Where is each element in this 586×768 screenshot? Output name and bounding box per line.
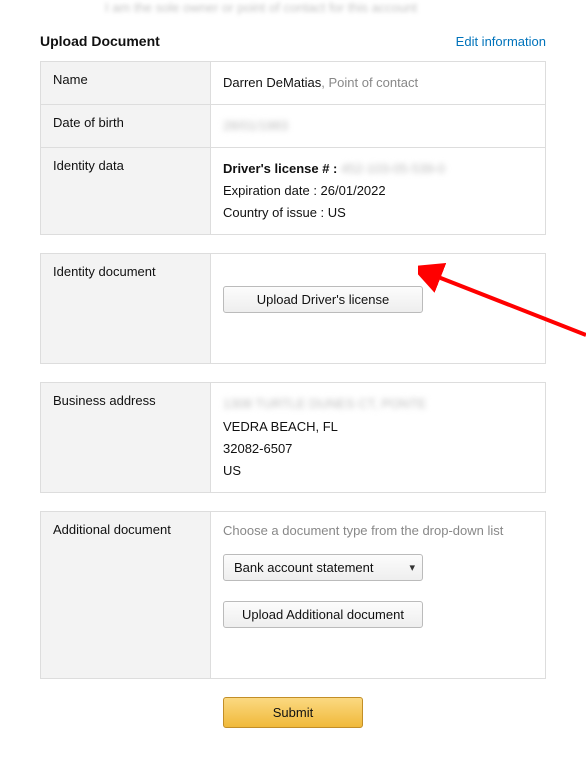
identity-document-block: Identity document Upload Driver's licens… [40,253,546,364]
identity-document-label: Identity document [41,254,211,363]
section-title: Upload Document [40,33,160,49]
expiration-date: Expiration date : 26/01/2022 [223,183,386,198]
document-type-select[interactable]: Bank account statement [223,554,423,581]
license-masked: 452-103-05-539-0 [341,158,445,180]
dob-value: 28/01/1983 [211,105,545,147]
name-text: Darren DeMatias [223,75,321,90]
address-line3: 32082-6507 [223,441,292,456]
country-of-issue: Country of issue : US [223,205,346,220]
additional-document-block: Additional document Choose a document ty… [40,511,546,679]
address-line4: US [223,463,241,478]
name-role: , Point of contact [321,75,418,90]
owner-statement: I am the sole owner or point of contact … [105,0,586,15]
address-line1-masked: 1308 TURTLE DUNES CT, PONTE [223,393,426,415]
name-value: Darren DeMatias, Point of contact [211,62,545,104]
dob-label: Date of birth [41,105,211,147]
identity-data-label: Identity data [41,148,211,234]
info-table: Name Darren DeMatias, Point of contact D… [40,61,546,235]
business-address-label: Business address [41,383,211,491]
edit-information-link[interactable]: Edit information [456,34,546,49]
submit-button[interactable]: Submit [223,697,363,728]
identity-data-value: Driver's license # : 452-103-05-539-0 Ex… [211,148,545,234]
additional-document-label: Additional document [41,512,211,678]
dob-masked: 28/01/1983 [223,115,288,137]
business-address-value: 1308 TURTLE DUNES CT, PONTE VEDRA BEACH,… [211,383,545,491]
license-label: Driver's license # : [223,161,337,176]
address-line2: VEDRA BEACH, FL [223,419,338,434]
upload-drivers-license-button[interactable]: Upload Driver's license [223,286,423,313]
doc-type-prompt: Choose a document type from the drop-dow… [223,522,533,540]
name-label: Name [41,62,211,104]
business-address-block: Business address 1308 TURTLE DUNES CT, P… [40,382,546,492]
upload-additional-document-button[interactable]: Upload Additional document [223,601,423,628]
